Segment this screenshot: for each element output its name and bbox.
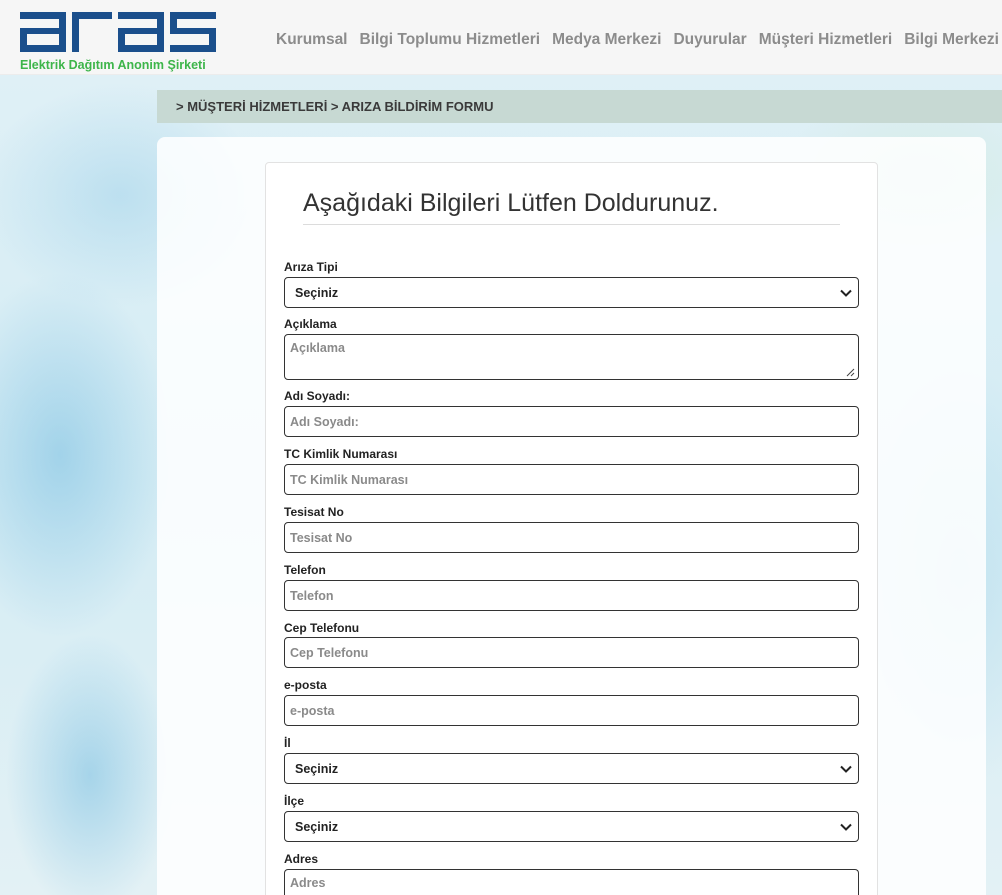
- site-header: Elektrik Dağıtım Anonim Şirketi Kurumsal…: [0, 0, 1002, 75]
- tc-kimlik-input[interactable]: [284, 464, 859, 495]
- adres-input[interactable]: [284, 869, 859, 895]
- telefon-label: Telefon: [284, 563, 326, 577]
- nav-item-duyurular[interactable]: Duyurular: [673, 31, 746, 49]
- main-nav: Kurumsal Bilgi Toplumu Hizmetleri Medya …: [270, 31, 1002, 49]
- form-title: Aşağıdaki Bilgileri Lütfen Doldurunuz.: [303, 189, 840, 225]
- il-value: Seçiniz: [295, 761, 339, 776]
- il-label: İl: [284, 736, 291, 750]
- ariza-tipi-label: Arıza Tipi: [284, 260, 338, 274]
- tesisat-no-input[interactable]: [284, 522, 859, 553]
- ariza-tipi-select[interactable]: Seçiniz: [284, 277, 859, 308]
- chevron-down-icon: [840, 289, 852, 297]
- adres-label: Adres: [284, 852, 319, 866]
- cep-telefonu-input[interactable]: [284, 637, 859, 668]
- nav-item-medya-merkezi[interactable]: Medya Merkezi: [552, 31, 661, 49]
- ilce-value: Seçiniz: [295, 819, 339, 834]
- aciklama-textarea[interactable]: [284, 334, 859, 380]
- ilce-label: İlçe: [284, 794, 305, 808]
- adi-soyadi-label: Adı Soyadı:: [284, 389, 351, 403]
- breadcrumb: > MÜŞTERİ HİZMETLERİ > ARIZA BİLDİRİM FO…: [157, 90, 1002, 123]
- resize-grip-icon[interactable]: [846, 368, 855, 377]
- adi-soyadi-input[interactable]: [284, 406, 859, 437]
- telefon-input[interactable]: [284, 580, 859, 611]
- ariza-tipi-value: Seçiniz: [295, 285, 339, 300]
- nav-item-musteri-hizmetleri[interactable]: Müşteri Hizmetleri: [759, 31, 893, 49]
- logo-tagline: Elektrik Dağıtım Anonim Şirketi: [20, 58, 206, 72]
- tesisat-no-label: Tesisat No: [284, 505, 344, 519]
- nav-item-kurumsal[interactable]: Kurumsal: [276, 31, 348, 49]
- nav-item-bilgi-toplumu[interactable]: Bilgi Toplumu Hizmetleri: [360, 31, 541, 49]
- il-select[interactable]: Seçiniz: [284, 753, 859, 784]
- cep-telefonu-label: Cep Telefonu: [284, 621, 360, 635]
- eposta-label: e-posta: [284, 678, 327, 692]
- aras-logo-mark: [20, 12, 216, 52]
- chevron-down-icon: [840, 765, 852, 773]
- nav-item-bilgi-merkezi[interactable]: Bilgi Merkezi: [904, 31, 999, 49]
- tc-kimlik-label: TC Kimlik Numarası: [284, 447, 398, 461]
- aras-logo[interactable]: Elektrik Dağıtım Anonim Şirketi: [18, 8, 218, 72]
- aciklama-label: Açıklama: [284, 317, 337, 331]
- ilce-select[interactable]: Seçiniz: [284, 811, 859, 842]
- eposta-input[interactable]: [284, 695, 859, 726]
- chevron-down-icon: [840, 823, 852, 831]
